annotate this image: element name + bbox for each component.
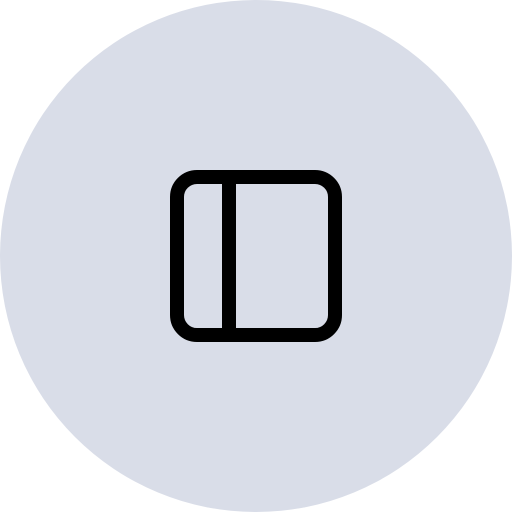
toggle-sidebar-button[interactable] — [0, 0, 512, 512]
icon-canvas — [0, 0, 512, 512]
sidebar-panel-icon — [170, 170, 342, 342]
panel-frame — [170, 170, 342, 342]
